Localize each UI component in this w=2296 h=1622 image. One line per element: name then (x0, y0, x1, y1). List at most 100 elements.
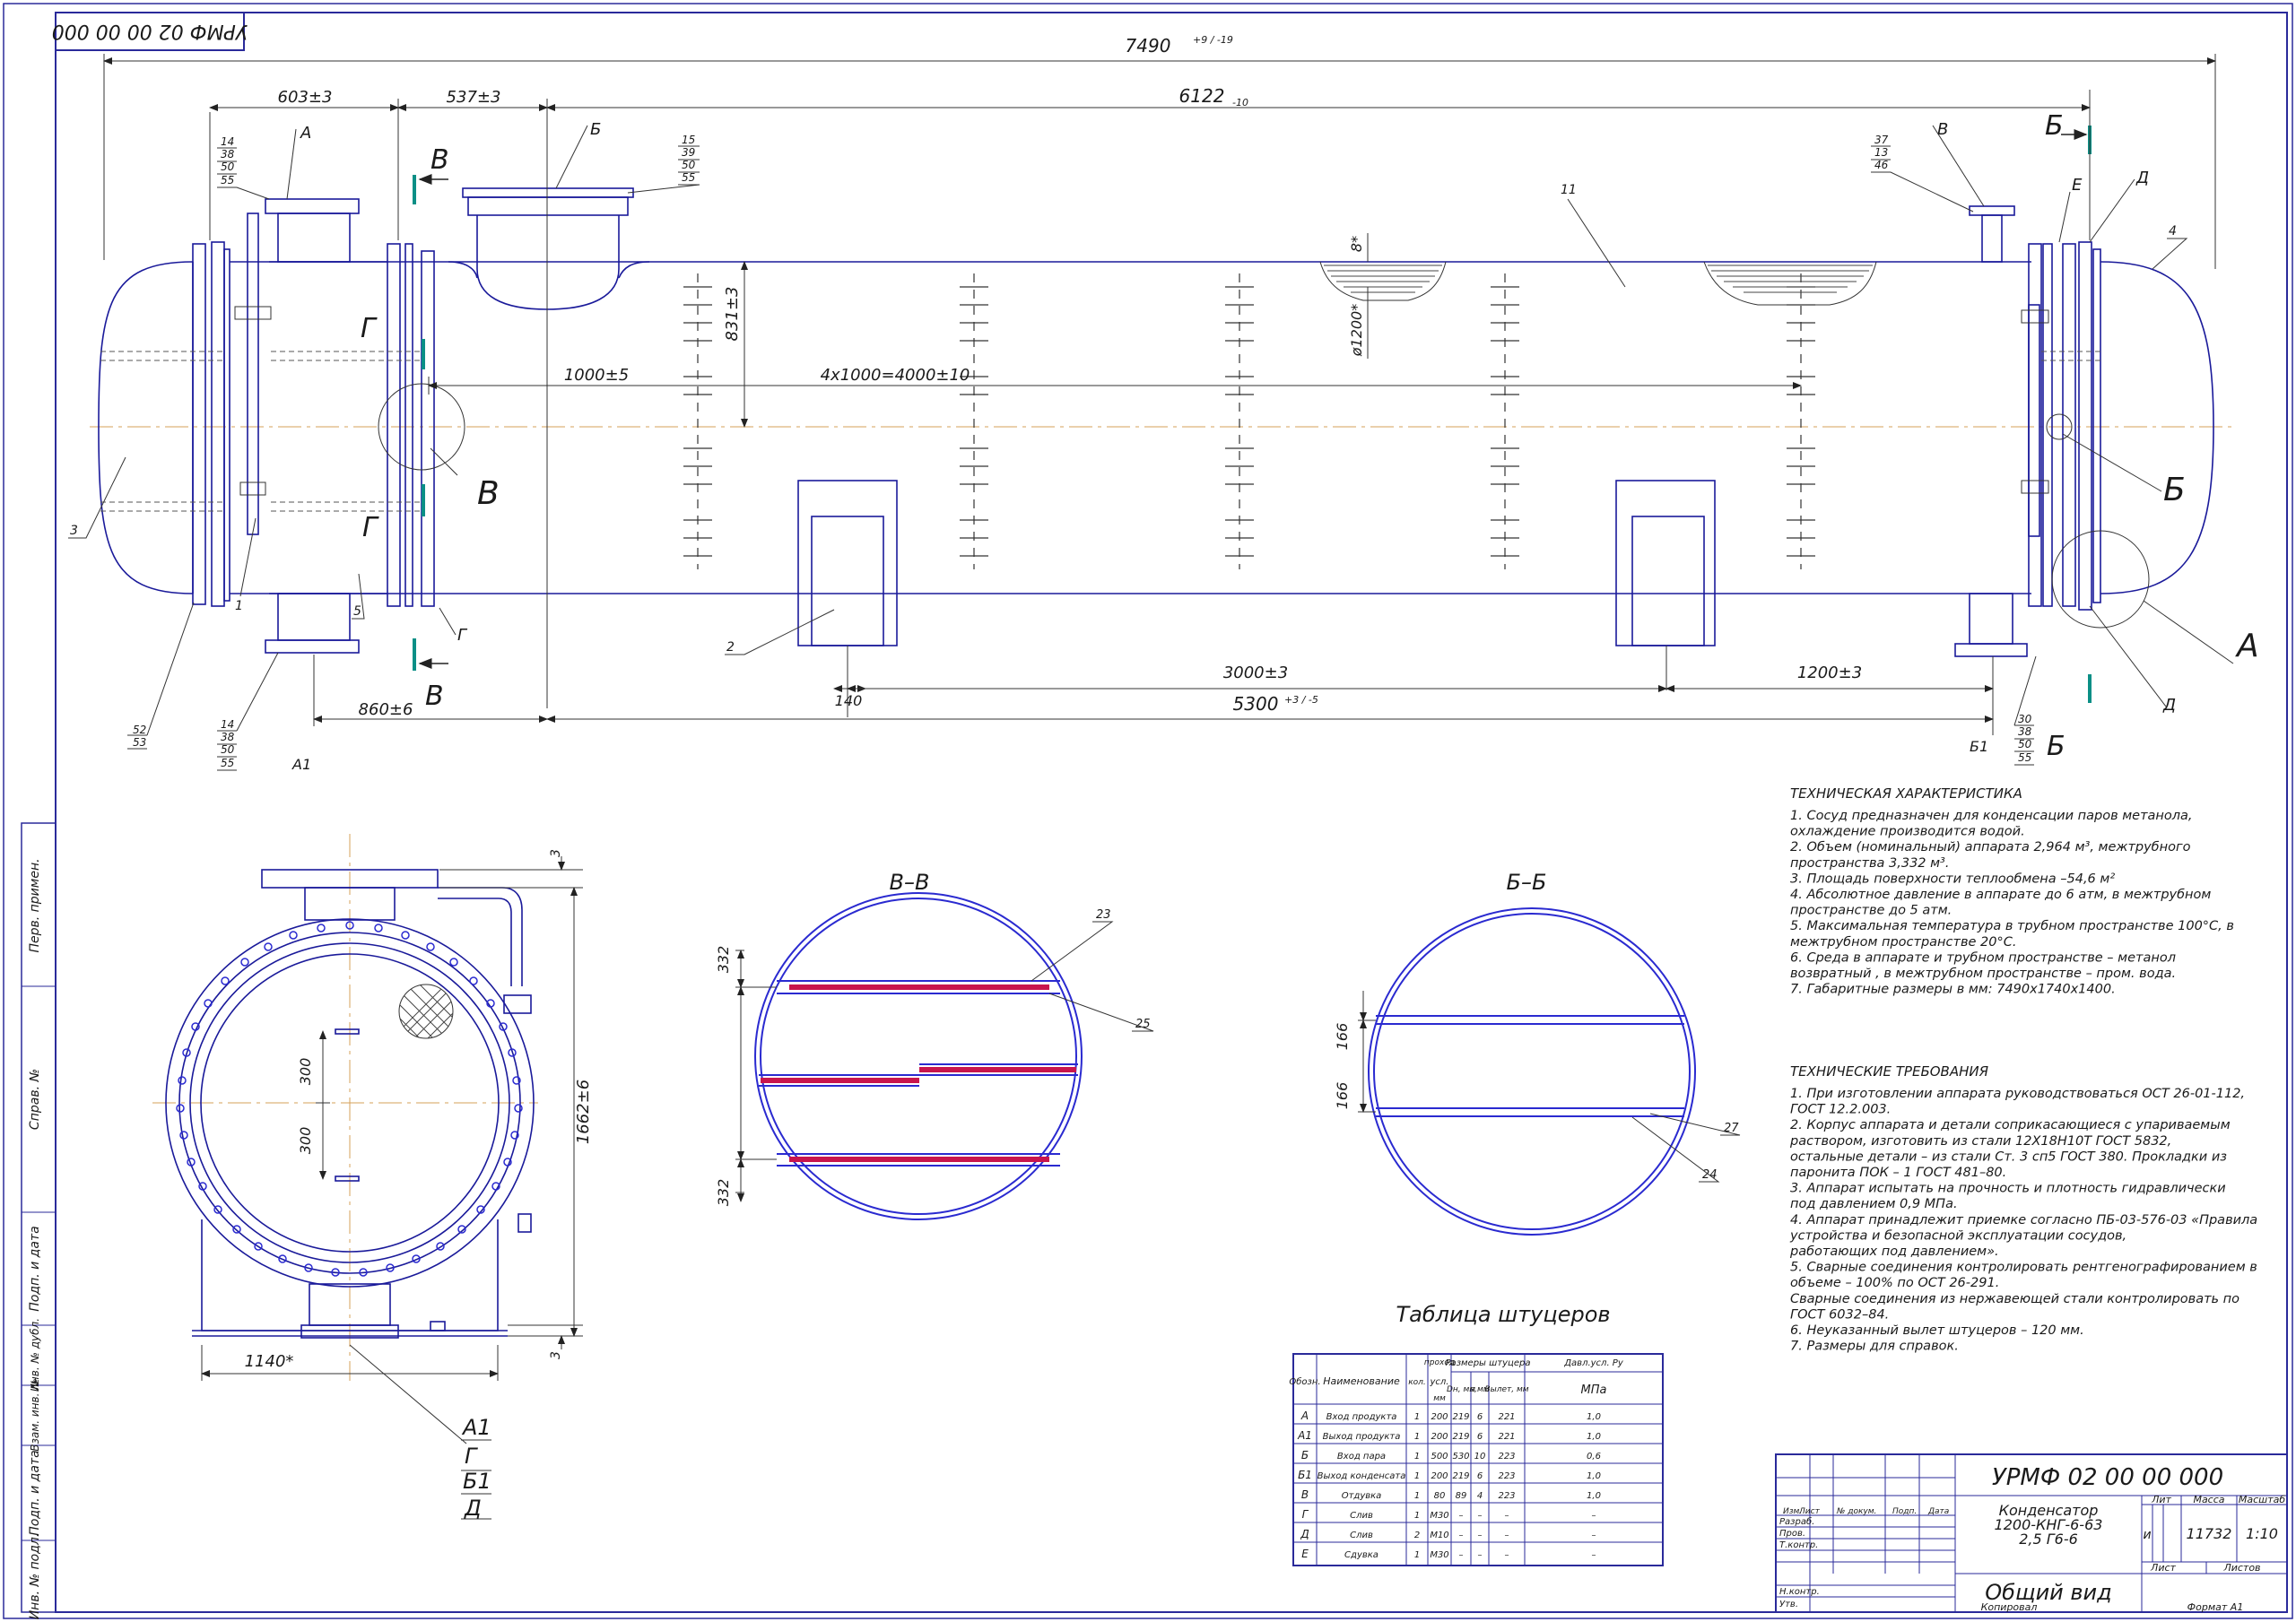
nozzle-row-1-obozn: А1 (1297, 1429, 1312, 1442)
req-line-14: ГОСТ 6032–84. (1790, 1307, 1889, 1322)
nozzle-row-7-kol: 1 (1414, 1550, 1420, 1560)
nozzle-row-5-name: Слив (1350, 1511, 1373, 1521)
side-stamp: Перв. примен. Справ. № Подп. и дата Инв.… (21, 822, 57, 1619)
title-role-1: Разраб. (1779, 1516, 1814, 1527)
nozzle-row-5-dy: М30 (1430, 1511, 1448, 1521)
dim-8: 8* (1348, 236, 1365, 252)
req-line-0: 1. При изготовлении аппарата руководство… (1790, 1087, 2245, 1101)
req-line-11: 5. Сварные соединения контролировать рен… (1790, 1261, 2257, 1275)
dim-6122-tol: -10 (1232, 97, 1248, 108)
nozzle-row-7-p: – (1592, 1550, 1596, 1560)
label-G-small: Г (457, 626, 468, 645)
th-p: Давл.усл. Ру (1563, 1358, 1624, 1368)
nozzle-row-6-obozn: Д (1300, 1528, 1309, 1540)
nozzle-row-1-vyl: 221 (1498, 1432, 1515, 1442)
stack-5: 52 53 (127, 602, 195, 750)
callout-B: Б (2163, 472, 2186, 508)
main-view: 7490 +9 / -19 603±3 537±3 6122 -10 1000±… (68, 34, 2259, 773)
tech-line-11: 7. Габаритные размеры в мм: 7490х1740х14… (1790, 983, 2116, 997)
svg-text:55: 55 (2018, 751, 2031, 764)
svg-text:55: 55 (682, 171, 695, 184)
nozzle-row-4-vyl: 223 (1498, 1491, 1515, 1501)
nozzle-row-2-obozn: Б (1301, 1449, 1309, 1462)
svg-text:38: 38 (221, 148, 235, 160)
req-line-4: остальные детали – из стали Ст. 3 сп5 ГО… (1790, 1149, 2227, 1164)
nozzle-row-6-kol: 2 (1414, 1531, 1420, 1540)
title-col-doc: № докум. (1836, 1507, 1876, 1516)
req-line-3: раствором, изготовить из стали 12Х18Н10Т… (1789, 1134, 2171, 1149)
title-col-list: Лист (1798, 1507, 1821, 1516)
nozzle-row-6-name: Слив (1350, 1531, 1373, 1540)
req-line-10: работающих под давлением». (1789, 1245, 1999, 1259)
section-bb: Б–Б 166 166 27 24 (1334, 870, 1741, 1236)
svg-text:50: 50 (682, 159, 696, 171)
tech-line-6: пространстве до 5 атм. (1790, 904, 1952, 918)
nozzle-row-3-p: 1,0 (1587, 1471, 1601, 1481)
title-col-date: Дата (1927, 1507, 1949, 1516)
nozzle-row-5-vyl: – (1505, 1511, 1509, 1521)
part-4: 4 (2169, 224, 2177, 239)
nozzle-row-0-kol: 1 (1414, 1412, 1420, 1422)
section-vv-title: В–В (890, 870, 930, 895)
req-line-8: 4. Аппарат принадлежит приемке согласно … (1790, 1213, 2257, 1227)
section-G-bottom: Г (362, 512, 379, 543)
nozzle-row-1-s: 6 (1477, 1432, 1483, 1442)
tech-title: ТЕХНИЧЕСКАЯ ХАРАКТЕРИСТИКА (1790, 785, 2022, 802)
label-A-nozzle: А (300, 124, 311, 143)
stack-3: 37 13 46 (1871, 134, 1974, 213)
title-lit-value: и (2143, 1528, 2151, 1542)
dim-4000: 4x1000=4000±10 (821, 366, 970, 385)
svg-text:50: 50 (2018, 738, 2032, 750)
svg-text:37: 37 (1874, 134, 1889, 146)
req-line-2: 2. Корпус аппарата и детали соприкасающи… (1790, 1118, 2231, 1132)
nozzle-row-5-kol: 1 (1414, 1511, 1420, 1521)
title-role-3: Т.контр. (1779, 1540, 1818, 1550)
title-copied: Копировал (1981, 1601, 2038, 1613)
th-dy-bot: мм (1433, 1394, 1446, 1403)
th-kol: кол. (1408, 1378, 1426, 1387)
nozzle-row-0-obozn: А (1300, 1409, 1309, 1422)
nozzle-row-4-kol: 1 (1414, 1491, 1420, 1501)
nozzle-table-title: Таблица штуцеров (1396, 1302, 1610, 1327)
label-V-nozzle: В (1937, 120, 1948, 139)
title-role-2: Пров. (1779, 1529, 1805, 1539)
legend-G: Г (465, 1444, 478, 1469)
legend-B1: Б1 (463, 1469, 491, 1494)
svg-text:14: 14 (221, 135, 234, 148)
nozzle-row-5-s: – (1478, 1511, 1483, 1521)
section-B-bottom: Б (2047, 731, 2066, 762)
nozzle-row-3-obozn: Б1 (1298, 1469, 1312, 1481)
title-mass-label: Масса (2193, 1494, 2224, 1505)
svg-text:30: 30 (2018, 713, 2032, 725)
svg-text:50: 50 (221, 160, 235, 173)
label-B-nozzle: Б (590, 120, 601, 139)
stack-6: 30 38 50 55 (2013, 655, 2037, 766)
nozzle-rows: А Вход продукта 1 200 219 6 221 1,0 А1 Выход прод… (1297, 1409, 1601, 1560)
nozzle-row-4-s: 4 (1477, 1491, 1483, 1501)
svg-text:38: 38 (221, 731, 235, 743)
dim-300-bottom: 300 (297, 1127, 314, 1155)
dim-3-bottom: 3 (549, 1351, 563, 1359)
baffle-marks (697, 273, 1802, 569)
title-scale-value: 1:10 (2246, 1525, 2278, 1542)
nozzle-row-2-p: 0,6 (1587, 1452, 1601, 1462)
th-size: Размеры штуцера (1446, 1358, 1531, 1368)
th-mpa: МПа (1581, 1383, 1607, 1397)
nozzle-row-4-p: 1,0 (1587, 1491, 1601, 1501)
svg-text:46: 46 (1874, 159, 1889, 171)
dim-332-top: 332 (715, 946, 732, 974)
dim-overall: 7490 (1126, 35, 1171, 56)
section-vv: В–В 332 332 23 25 (715, 870, 1154, 1220)
section-V-top: В (430, 144, 449, 176)
nozzle-row-1-name: Выход продукта (1323, 1432, 1401, 1442)
dim-overall-tol: +9 / -19 (1193, 34, 1233, 46)
dim-1000: 1000±5 (564, 366, 629, 385)
req-line-6: 3. Аппарат испытать на прочность и плотн… (1790, 1182, 2226, 1196)
nozzle-row-0-dn: 219 (1452, 1412, 1469, 1422)
stack-2: 15 39 50 55 (627, 134, 700, 194)
dim-166-top: 166 (1334, 1023, 1351, 1051)
title-scale-label: Масштаб (2239, 1494, 2285, 1505)
nozzle-row-6-s: – (1478, 1531, 1483, 1540)
tech-line-9: 6. Среда в аппарате и трубном пространст… (1790, 950, 2176, 965)
nozzle-row-6-vyl: – (1505, 1531, 1509, 1540)
